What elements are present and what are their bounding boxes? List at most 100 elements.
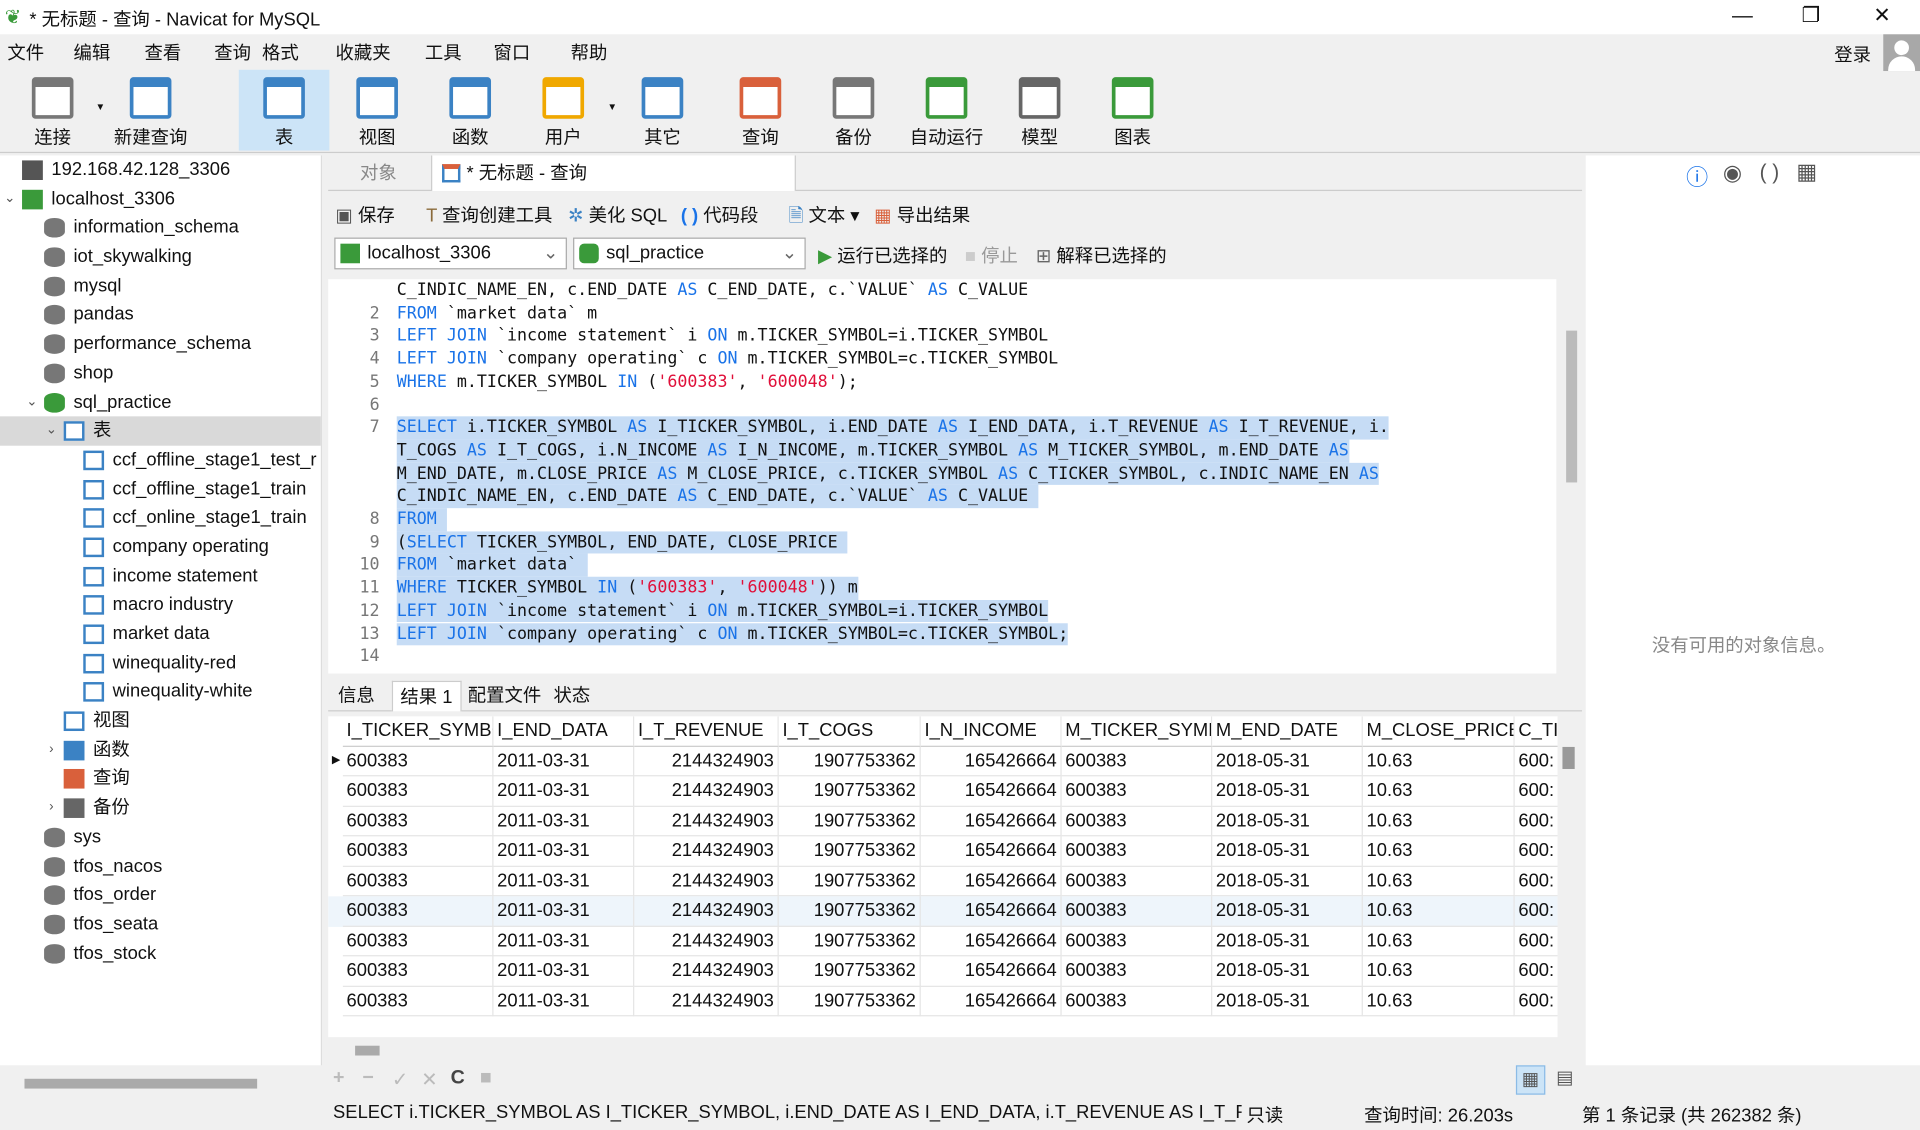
tree-item[interactable]: 视图: [0, 707, 321, 736]
tree-item[interactable]: ⌄ 表: [0, 416, 321, 446]
discard-icon[interactable]: ✕: [421, 1068, 437, 1092]
table-row[interactable]: 600383 2011-03-31 2144324903 1907753362 1654…: [328, 866, 1558, 897]
minimize-button[interactable]: —: [1714, 2, 1770, 31]
grid-cell[interactable]: 2011-03-31: [493, 986, 635, 1017]
add-record-icon[interactable]: +: [333, 1068, 344, 1090]
grid-cell[interactable]: 165426664: [920, 746, 1062, 777]
editor-scrollbar[interactable]: [1562, 279, 1583, 674]
grid-cell[interactable]: 1907753362: [778, 746, 921, 777]
toolbar-button-0[interactable]: 连接: [7, 70, 98, 151]
tree-item[interactable]: iot_skywalking: [0, 243, 321, 272]
form-view-icon[interactable]: ▤: [1550, 1065, 1579, 1094]
menu-1[interactable]: 编辑: [73, 39, 110, 65]
toolbar-button-3[interactable]: 视图: [332, 70, 423, 151]
close-button[interactable]: ✕: [1854, 2, 1910, 31]
column-header[interactable]: C_TI: [1514, 716, 1558, 747]
tree-item[interactable]: ⌄ localhost_3306: [0, 185, 321, 214]
grid-cell[interactable]: 600:: [1514, 836, 1558, 867]
result-tab-3[interactable]: 状态: [546, 681, 597, 712]
grid-cell[interactable]: 2018-05-31: [1212, 806, 1363, 837]
toolbar-button-10[interactable]: 模型: [994, 70, 1085, 151]
grid-cell[interactable]: 600:: [1514, 746, 1558, 777]
tree-item[interactable]: pandas: [0, 301, 321, 330]
export-results-button[interactable]: ▦ 导出结果: [874, 202, 970, 228]
grid-vertical-scrollbar[interactable]: [1562, 746, 1575, 769]
chevron-icon[interactable]: ⌄: [44, 417, 59, 446]
database-select[interactable]: sql_practice ⌄: [573, 237, 806, 270]
tree-item[interactable]: shop: [0, 359, 321, 388]
grid-cell[interactable]: 600:: [1514, 926, 1558, 957]
info-icon[interactable]: ⓘ: [1686, 160, 1708, 192]
grid-cell[interactable]: 10.63: [1362, 836, 1515, 867]
save-button[interactable]: ▣ 保存: [336, 202, 395, 228]
grid-cell[interactable]: 165426664: [920, 836, 1062, 867]
grid-cell[interactable]: 600:: [1514, 986, 1558, 1017]
grid-cell[interactable]: 10.63: [1362, 866, 1515, 897]
grid-cell[interactable]: 600:: [1514, 866, 1558, 897]
grid-cell[interactable]: 2011-03-31: [493, 956, 635, 987]
grid-cell[interactable]: 2011-03-31: [493, 896, 635, 927]
menu-6[interactable]: 工具: [425, 39, 462, 65]
explain-selected-button[interactable]: ⊞ 解释已选择的: [1036, 242, 1167, 268]
grid-cell[interactable]: 600383: [342, 866, 494, 897]
grid-cell[interactable]: 2018-05-31: [1212, 986, 1363, 1017]
toolbar-button-6[interactable]: 其它: [617, 70, 708, 151]
table-row[interactable]: 600383 2011-03-31 2144324903 1907753362 1654…: [328, 986, 1558, 1017]
grid-cell[interactable]: 600:: [1514, 896, 1558, 927]
tree-item[interactable]: market data: [0, 620, 321, 649]
code-snippet-button[interactable]: ( ) 代码段: [681, 202, 759, 228]
table-row[interactable]: 600383 2011-03-31 2144324903 1907753362 1654…: [328, 806, 1558, 837]
grid-cell[interactable]: 600383: [342, 746, 494, 777]
column-header[interactable]: I_TICKER_SYMBO: [342, 716, 494, 747]
grid-cell[interactable]: 10.63: [1362, 986, 1515, 1017]
chevron-icon[interactable]: ⌄: [24, 388, 39, 417]
grid-cell[interactable]: 10.63: [1362, 746, 1515, 777]
tree-item[interactable]: macro industry: [0, 591, 321, 620]
result-tab-0[interactable]: 信息: [331, 681, 382, 712]
grid-cell[interactable]: 1907753362: [778, 926, 921, 957]
sql-editor[interactable]: C_INDIC_NAME_EN, c.END_DATE AS C_END_DAT…: [328, 279, 1557, 674]
tree-item[interactable]: sys: [0, 823, 321, 852]
run-selected-button[interactable]: ▶ 运行已选择的: [818, 242, 947, 268]
grid-cell[interactable]: 600383: [342, 836, 494, 867]
grid-cell[interactable]: 165426664: [920, 806, 1062, 837]
menu-5[interactable]: 收藏夹: [336, 39, 391, 65]
grid-cell[interactable]: 2018-05-31: [1212, 896, 1363, 927]
grid-cell[interactable]: 1907753362: [778, 986, 921, 1017]
tree-item[interactable]: 查询: [0, 765, 321, 794]
menu-3[interactable]: 查询: [214, 39, 251, 65]
toolbar-button-7[interactable]: 查询: [715, 70, 806, 151]
grid-cell[interactable]: 10.63: [1362, 776, 1515, 807]
menu-2[interactable]: 查看: [144, 39, 181, 65]
grid-cell[interactable]: 2144324903: [634, 806, 779, 837]
grid-cell[interactable]: 1907753362: [778, 866, 921, 897]
tree-item[interactable]: ccf_offline_stage1_train: [0, 475, 321, 504]
grid-cell[interactable]: 600:: [1514, 776, 1558, 807]
grid-cell[interactable]: 2144324903: [634, 836, 779, 867]
tree-item[interactable]: ccf_offline_stage1_test_r: [0, 446, 321, 475]
menu-7[interactable]: 窗口: [493, 39, 530, 65]
tree-item[interactable]: › 备份: [0, 794, 321, 823]
result-tab-1[interactable]: 结果 1: [391, 680, 462, 712]
grid-cell[interactable]: 165426664: [920, 986, 1062, 1017]
grid-cell[interactable]: 1907753362: [778, 806, 921, 837]
tree-item[interactable]: winequality-white: [0, 678, 321, 707]
tree-item[interactable]: ⌄ sql_practice: [0, 388, 321, 417]
stop-icon[interactable]: ■: [480, 1068, 492, 1090]
column-header[interactable]: I_END_DATA: [493, 716, 635, 747]
tab-objects[interactable]: 对象: [348, 156, 409, 192]
grid-cell[interactable]: 2144324903: [634, 896, 779, 927]
tree-item[interactable]: tfos_seata: [0, 910, 321, 939]
delete-record-icon[interactable]: −: [362, 1068, 373, 1090]
tree-item[interactable]: income statement: [0, 562, 321, 591]
grid-cell[interactable]: 2018-05-31: [1212, 866, 1363, 897]
menu-8[interactable]: 帮助: [571, 39, 608, 65]
table-row[interactable]: 600383 2011-03-31 2144324903 1907753362 1654…: [328, 836, 1558, 867]
login-button[interactable]: 登录: [1834, 42, 1871, 68]
toolbar-button-11[interactable]: 图表: [1087, 70, 1178, 151]
grid-cell[interactable]: 600383: [342, 896, 494, 927]
grid-cell[interactable]: 600383: [342, 806, 494, 837]
grid-cell[interactable]: 2144324903: [634, 986, 779, 1017]
tree-item[interactable]: company operating: [0, 533, 321, 562]
refresh-icon[interactable]: C: [451, 1068, 465, 1090]
